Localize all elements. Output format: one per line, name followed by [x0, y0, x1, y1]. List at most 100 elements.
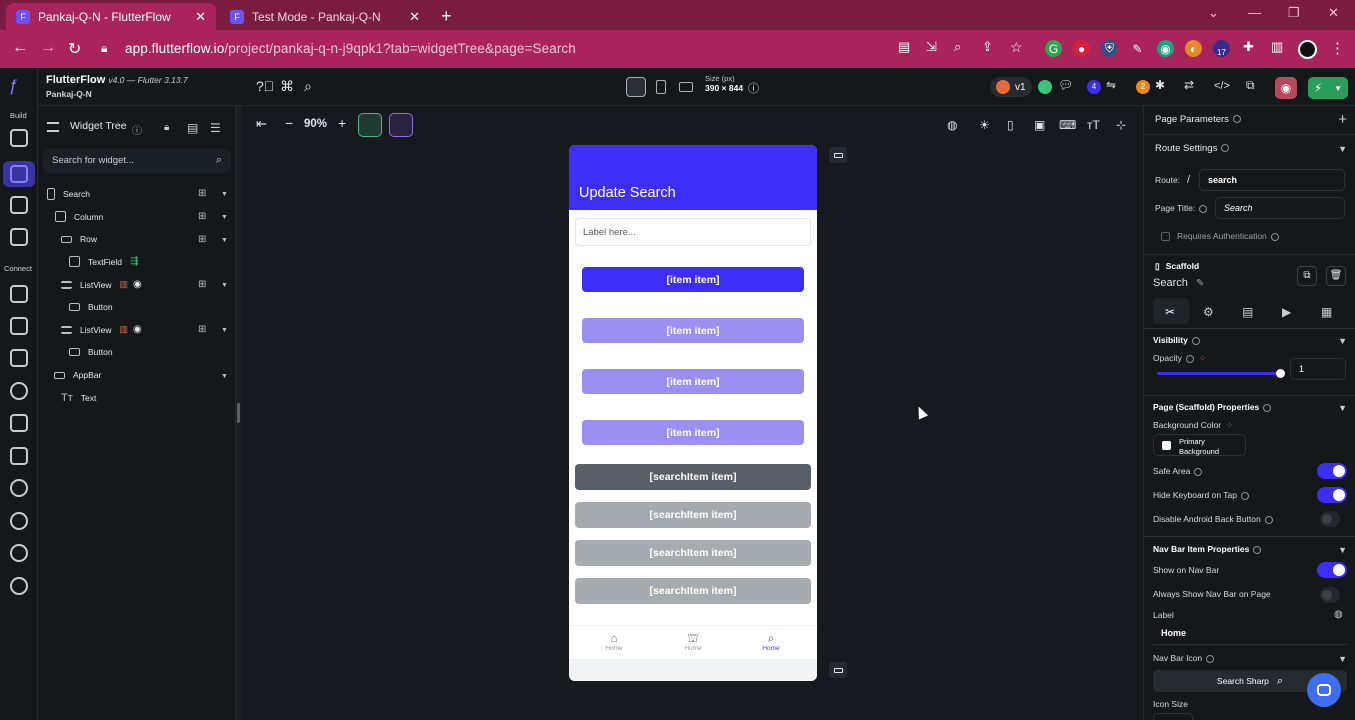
preview-eye-icon[interactable]: ◉ [1275, 77, 1297, 99]
close-window-icon[interactable]: ✕ [1328, 5, 1339, 21]
tree-node-textfield[interactable]: TextField ⇶ [69, 256, 138, 267]
tab-search-chevron-icon[interactable]: ⌄ [1208, 5, 1219, 21]
add-child-icon[interactable]: ⊞ [198, 188, 206, 199]
browser-menu-icon[interactable]: ⋮ [1330, 39, 1345, 57]
select-mode-button[interactable] [358, 113, 382, 137]
caret-down-icon[interactable]: ▼ [221, 373, 228, 380]
search-item-button[interactable]: [searchItem item] [575, 578, 811, 604]
search-item-button[interactable]: [searchItem item] [575, 464, 811, 490]
comments-icon[interactable]: 💬︎ [1058, 78, 1073, 92]
backend-query-icon[interactable]: ▤ [1242, 305, 1253, 319]
actions-icon[interactable]: ⚙︎ [1203, 305, 1214, 319]
widget-search-input[interactable]: Search for widget... ⌕ [43, 149, 231, 173]
site-info-icon[interactable]: 🔒︎ [101, 41, 107, 56]
bookmark-star-icon[interactable]: ☆ [1010, 39, 1023, 56]
tree-node-appbar[interactable]: AppBar [54, 370, 101, 380]
item-button[interactable]: [item item] [582, 267, 804, 292]
device-size[interactable]: Size (px) 390 × 844 [705, 74, 743, 93]
visibility-eye-icon[interactable]: ◉ [133, 279, 142, 290]
opacity-input[interactable]: 1 [1290, 358, 1346, 380]
new-tab-icon[interactable]: + [441, 6, 452, 27]
nav-item-android[interactable]: ⛫ Home [673, 632, 713, 653]
tree-node-search[interactable]: Search [47, 188, 90, 200]
safe-area-toggle[interactable] [1317, 463, 1347, 479]
tree-node-listview[interactable]: ListView ▥ ◉ [61, 324, 142, 335]
record-extension-icon[interactable]: ● [1073, 40, 1090, 57]
storyboard-icon[interactable] [10, 196, 28, 214]
icon-size-input[interactable] [1153, 713, 1193, 720]
zoom-in-icon[interactable]: + [338, 115, 346, 131]
info-icon[interactable]: ⓘ [132, 122, 142, 137]
generated-children-icon[interactable]: ▥ [120, 279, 129, 290]
slider-thumb[interactable] [1276, 369, 1285, 378]
add-child-icon[interactable]: ⊞ [198, 211, 206, 222]
device-phone-button[interactable] [626, 77, 646, 97]
theme-icon[interactable] [10, 544, 28, 562]
cloud-functions-icon[interactable] [10, 479, 28, 497]
version-pill[interactable]: v1 [990, 77, 1032, 97]
disable-back-toggle[interactable] [1320, 511, 1340, 527]
nav-item-search[interactable]: ⌕ Home [751, 632, 791, 653]
back-icon[interactable]: ← [12, 39, 28, 57]
route-settings-header[interactable]: Route Settings [1155, 143, 1230, 154]
tree-options-icon[interactable]: ☰ [210, 121, 221, 135]
share-icon[interactable]: ⇪ [982, 39, 993, 55]
zoom-level[interactable]: 90% [304, 118, 327, 130]
app-bar[interactable]: Update Search [569, 145, 817, 210]
item-button[interactable]: [item item] [582, 318, 804, 343]
code-view-icon[interactable]: </> [1214, 80, 1230, 92]
search-icon[interactable]: ⌕ [304, 78, 312, 95]
caret-down-icon[interactable]: ▼ [221, 214, 228, 221]
variable-icon[interactable]: ⁘ [1226, 420, 1233, 430]
language-globe-icon[interactable]: ◍ [947, 118, 957, 132]
shield-extension-icon[interactable]: ⛨ [1101, 40, 1118, 57]
add-parameter-icon[interactable]: + [1338, 111, 1347, 128]
delete-trash-icon[interactable]: 🗑︎ [1326, 266, 1346, 286]
data-types-icon[interactable] [10, 317, 28, 335]
chevron-down-icon[interactable]: ▼ [1338, 654, 1347, 664]
device-tablet-button[interactable] [651, 77, 671, 97]
show-on-nav-toggle[interactable] [1317, 562, 1347, 578]
visibility-eye-icon[interactable]: ◉ [133, 324, 142, 335]
tree-node-listview[interactable]: ListView ▥ ◉ [61, 279, 142, 290]
address-bar[interactable]: app.flutterflow.io/project/pankaj-q-n-j9… [125, 41, 576, 56]
keyboard-icon[interactable]: ⌨︎ [1059, 118, 1076, 132]
zoom-out-icon[interactable]: − [285, 115, 293, 131]
branch-icon[interactable]: ⇋ [1106, 78, 1116, 92]
tests-icon[interactable] [10, 512, 28, 530]
status-check-icon[interactable] [1038, 80, 1052, 94]
translate-globe-icon[interactable]: ◍ [1334, 609, 1343, 620]
light-mode-icon[interactable]: ☀︎ [979, 118, 990, 132]
app-bar-title[interactable]: Update Search [579, 185, 676, 201]
layout-grid-icon[interactable]: ⊹ [1116, 118, 1126, 132]
reload-icon[interactable]: ↻ [68, 39, 81, 59]
search-item-button[interactable]: [searchItem item] [575, 502, 811, 528]
palette-extension-icon[interactable]: ◐ [1185, 40, 1202, 57]
device-desktop-button[interactable] [676, 77, 696, 97]
caret-down-icon[interactable]: ▼ [221, 237, 228, 244]
copy-icon[interactable]: ⧉ [1297, 266, 1317, 286]
chevron-down-icon[interactable]: ▼ [1338, 403, 1347, 413]
add-child-icon[interactable]: ⊞ [198, 324, 206, 335]
opacity-slider[interactable] [1157, 369, 1285, 378]
item-button[interactable]: [item item] [582, 420, 804, 445]
browser-tab-test-mode[interactable]: F Test Mode - Pankaj-Q-N ✕ [220, 3, 430, 30]
tree-node-text[interactable]: Tт Text [61, 392, 96, 404]
minimize-icon[interactable]: — [1248, 5, 1261, 20]
properties-tools-icon[interactable]: ✂ [1165, 305, 1175, 319]
chevron-down-icon[interactable]: ▼ [1338, 144, 1347, 154]
chevron-down-icon[interactable]: ▼ [1338, 336, 1347, 346]
keyboard-toggle-handle[interactable] [829, 147, 847, 163]
device-frame-icon[interactable]: ▯ [1007, 118, 1014, 132]
pen-extension-icon[interactable]: ✎ [1129, 40, 1146, 57]
integrations-icon[interactable] [10, 382, 28, 400]
caret-down-icon[interactable]: ▼ [221, 327, 228, 334]
github-share-icon[interactable]: ⇄ [1184, 78, 1194, 92]
collapse-panel-icon[interactable]: ⇤ [256, 116, 267, 132]
hide-keyboard-toggle[interactable] [1317, 487, 1347, 503]
tree-node-button[interactable]: Button [69, 302, 113, 312]
device-info-icon[interactable]: ⓘ [748, 80, 759, 96]
add-child-icon[interactable]: ⊞ [198, 279, 206, 290]
add-widget-icon[interactable] [10, 129, 28, 147]
requires-auth-checkbox[interactable] [1161, 232, 1170, 241]
